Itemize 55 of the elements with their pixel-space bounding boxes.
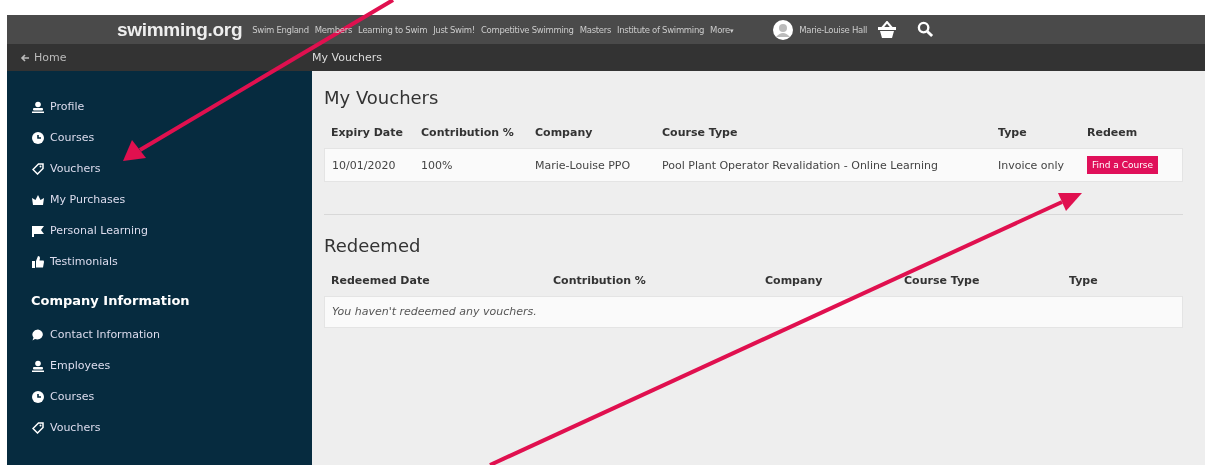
table-cell-text: 100% <box>420 158 454 172</box>
section-title: Redeemed <box>324 235 422 256</box>
home-link[interactable]: Home <box>7 51 312 64</box>
table-cell-text: 10/01/2020 <box>331 158 397 172</box>
clock-icon <box>32 131 44 144</box>
column-header: Course Type <box>903 274 981 287</box>
search-icon[interactable] <box>917 21 934 38</box>
column-header: Type <box>1068 274 1099 287</box>
thumbs-up-icon <box>32 255 44 268</box>
nav-link[interactable]: Swim England <box>252 24 309 35</box>
column-header: Company <box>534 126 594 139</box>
flag-icon <box>32 224 44 237</box>
person-icon <box>32 100 44 113</box>
user-name[interactable]: Marie-Louise Hall <box>799 24 867 35</box>
column-header: Expiry Date <box>330 126 404 139</box>
sidebar-item[interactable]: Profile <box>32 91 312 122</box>
back-arrow-icon <box>20 53 30 62</box>
table-cell-text: Marie-Louise PPO <box>534 158 632 172</box>
tag-icon <box>32 162 44 175</box>
sidebar-item[interactable]: Vouchers <box>32 153 312 184</box>
person-icon <box>32 359 44 372</box>
nav-link[interactable]: Learning to Swim <box>358 24 428 35</box>
sidebar-heading: Company Information <box>31 293 191 310</box>
tag-icon <box>32 421 44 434</box>
column-header: Contribution % <box>552 274 647 287</box>
column-header: Course Type <box>661 126 739 139</box>
chat-icon <box>32 328 44 341</box>
find-course-button[interactable]: Find a Course <box>1087 156 1159 174</box>
nav-link[interactable]: Institute of Swimming <box>617 24 705 35</box>
nav-link[interactable]: Masters <box>579 24 612 35</box>
page-title: My Vouchers <box>312 51 382 64</box>
nav-link[interactable]: Just Swim! <box>433 24 475 35</box>
avatar-icon[interactable] <box>773 19 794 40</box>
clock-icon <box>32 390 44 403</box>
column-header: Company <box>764 274 824 287</box>
sidebar-item[interactable]: Testimonials <box>32 246 312 277</box>
site-logo[interactable]: swimming.org <box>117 18 243 41</box>
column-header: Type <box>997 126 1028 139</box>
sidebar-item[interactable]: Courses <box>32 381 312 412</box>
basket-icon[interactable] <box>877 20 897 39</box>
sidebar-item[interactable]: Employees <box>32 350 312 381</box>
section-title: My Vouchers <box>324 87 440 108</box>
column-header: Redeem <box>1086 126 1139 139</box>
column-header: Redeemed Date <box>330 274 431 287</box>
sidebar-item[interactable]: Personal Learning <box>32 215 312 246</box>
column-header: Contribution % <box>420 126 515 139</box>
empty-message: You haven't redeemed any vouchers. <box>324 296 1183 328</box>
sidebar-item[interactable]: My Purchases <box>32 184 312 215</box>
sidebar-item[interactable]: Courses <box>32 122 312 153</box>
sidebar-item[interactable]: Vouchers <box>32 412 312 443</box>
table-cell-text: Pool Plant Operator Revalidation - Online Learning <box>661 158 939 172</box>
table-cell-text: Invoice only <box>997 158 1066 172</box>
sidebar-item[interactable]: Contact Information <box>32 319 312 350</box>
crown-icon <box>32 193 44 206</box>
nav-link[interactable]: Competitive Swimming <box>480 24 574 35</box>
